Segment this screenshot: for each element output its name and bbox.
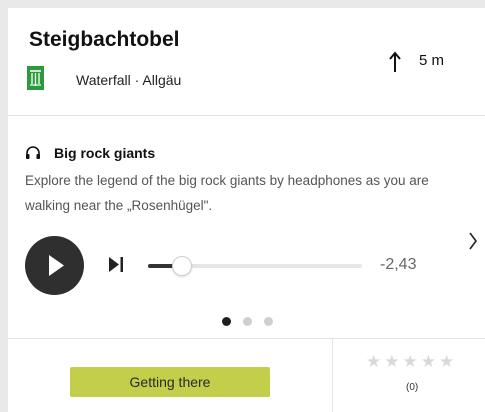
play-button[interactable]	[25, 236, 84, 295]
carousel-dot[interactable]	[243, 317, 252, 326]
rating-stars[interactable]: ★ ★ ★ ★ ★	[366, 352, 466, 372]
audio-description: Explore the legend of the big rock giant…	[25, 173, 429, 213]
play-icon	[49, 255, 64, 276]
distance-label: 5 m	[419, 52, 445, 69]
poi-category: Waterfall · Allgäu	[76, 72, 182, 88]
audio-guide-section: Big rock giants Explore the legend of th…	[8, 116, 485, 338]
poi-header[interactable]: Steigbachtobel Waterfall · Allgäu 5 m	[8, 8, 485, 115]
progress-knob[interactable]	[172, 256, 193, 276]
chevron-right-icon[interactable]	[467, 231, 479, 251]
rating-count: (0)	[406, 382, 419, 393]
star-icon[interactable]: ★	[403, 352, 418, 372]
poi-title: Steigbachtobel	[29, 28, 180, 51]
getting-there-button[interactable]: Getting there	[70, 367, 270, 397]
arrow-up-icon	[389, 51, 401, 72]
headphones-icon	[26, 146, 40, 159]
poi-card: Steigbachtobel Waterfall · Allgäu 5 m Bi…	[8, 8, 485, 412]
audio-title: Big rock giants	[54, 145, 156, 161]
progress-slider[interactable]	[148, 256, 362, 276]
time-remaining: -2,43	[380, 256, 417, 273]
star-icon[interactable]: ★	[421, 352, 436, 372]
skip-forward-icon[interactable]	[108, 256, 124, 273]
divider	[8, 338, 485, 339]
carousel-dots	[222, 317, 273, 327]
star-icon[interactable]: ★	[439, 352, 454, 372]
star-icon[interactable]: ★	[384, 352, 399, 372]
star-icon[interactable]: ★	[366, 352, 381, 372]
waterfall-icon	[27, 66, 44, 90]
divider	[332, 339, 333, 412]
carousel-dot[interactable]	[264, 317, 273, 326]
carousel-dot[interactable]	[222, 317, 231, 326]
